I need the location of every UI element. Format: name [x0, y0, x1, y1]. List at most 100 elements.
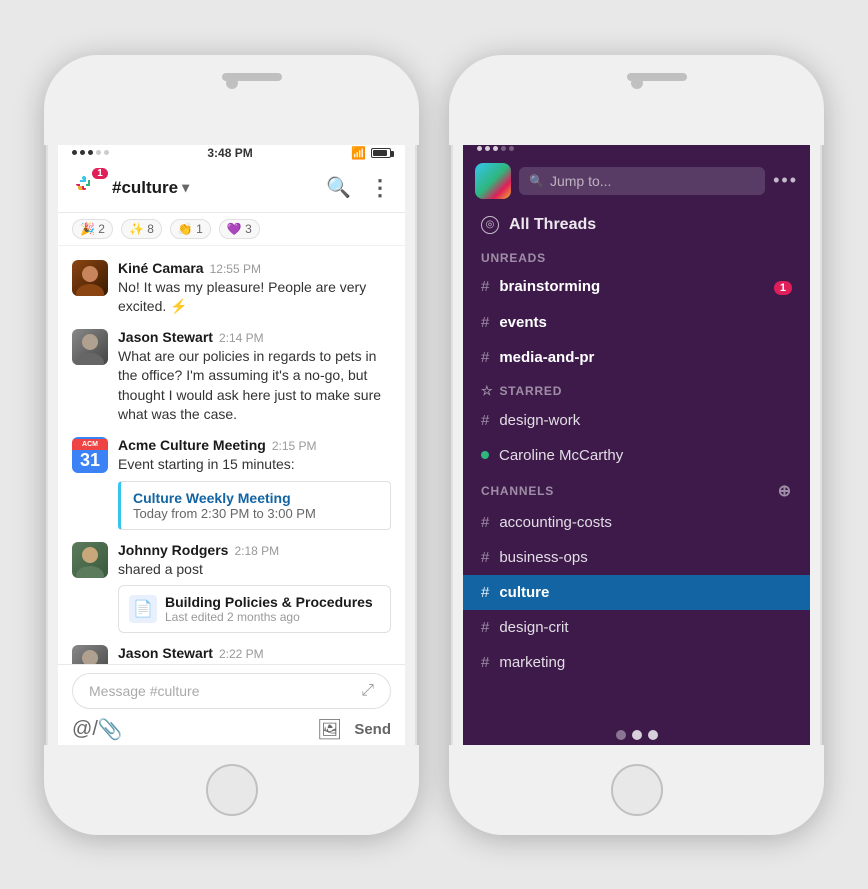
- nav-item-accounting-costs[interactable]: # accounting-costs: [463, 505, 810, 540]
- left-screen: 3:48 PM 📶: [58, 140, 405, 750]
- more-options-icon[interactable]: ⋮: [369, 175, 391, 201]
- hash-icon-business-ops: #: [481, 549, 489, 566]
- document-card[interactable]: 📄 Building Policies & Procedures Last ed…: [118, 585, 391, 633]
- messages-area: Kiné Camara 12:55 PM No! It was my pleas…: [58, 246, 405, 664]
- left-phone: 3:48 PM 📶: [44, 55, 419, 835]
- at-icon[interactable]: @: [72, 718, 92, 741]
- meeting-card[interactable]: Culture Weekly Meeting Today from 2:30 P…: [118, 481, 391, 530]
- doc-icon: 📄: [129, 595, 157, 623]
- phone-bottom-right: [449, 745, 824, 835]
- add-channel-icon[interactable]: ⊕: [778, 481, 792, 501]
- signal-dots: [72, 150, 109, 155]
- reaction-sparkle[interactable]: ✨ 8: [121, 219, 162, 239]
- message-kine: Kiné Camara 12:55 PM No! It was my pleas…: [58, 254, 405, 323]
- search-placeholder: Jump to...: [550, 173, 611, 189]
- phone-top-right: [449, 55, 824, 145]
- search-bar[interactable]: 🔍 Jump to...: [519, 167, 765, 195]
- online-status-caroline: [481, 451, 489, 459]
- status-right-left: 📶: [351, 146, 391, 160]
- hash-icon-events: #: [481, 314, 489, 331]
- message-time-kine: 12:55 PM: [210, 262, 261, 276]
- message-time-meeting: 2:15 PM: [272, 439, 317, 453]
- channel-header: 1 #culture ▾ 🔍 ⋮: [58, 164, 405, 213]
- message-jason1: Jason Stewart 2:14 PM What are our polic…: [58, 323, 405, 431]
- unreads-section-header: UNREADS: [463, 243, 810, 269]
- unreads-label: UNREADS: [481, 251, 546, 265]
- sender-name-jason1: Jason Stewart: [118, 329, 213, 345]
- reaction-party[interactable]: 🎉 2: [72, 219, 113, 239]
- status-time-left: 3:48 PM: [207, 146, 252, 160]
- slack-workspace-icon[interactable]: [475, 163, 511, 199]
- badge-wrapper-brainstorming: 1: [774, 278, 792, 296]
- sender-name-jason2: Jason Stewart: [118, 645, 213, 661]
- chevron-down-icon: ▾: [182, 179, 189, 196]
- right-screen: 🔍 Jump to... ••• ◎ All Threads UNREADS #…: [463, 140, 810, 750]
- reaction-clap[interactable]: 👏 1: [170, 219, 211, 239]
- message-content-kine: Kiné Camara 12:55 PM No! It was my pleas…: [118, 260, 391, 317]
- expand-icon[interactable]: ⤢: [361, 682, 374, 700]
- message-time-johnny: 2:18 PM: [234, 544, 279, 558]
- all-threads-label: All Threads: [509, 216, 596, 234]
- nav-item-events[interactable]: # events: [463, 305, 810, 340]
- right-phone: 🔍 Jump to... ••• ◎ All Threads UNREADS #…: [449, 55, 824, 835]
- message-header-jason1: Jason Stewart 2:14 PM: [118, 329, 391, 345]
- image-icon[interactable]: 🖼: [317, 717, 342, 742]
- channel-label-business-ops: business-ops: [499, 549, 587, 566]
- doc-title: Building Policies & Procedures: [165, 594, 373, 610]
- dm-label-caroline: Caroline McCarthy: [499, 447, 623, 464]
- message-text-meeting: Event starting in 15 minutes:: [118, 455, 391, 475]
- phone-top-left: [44, 55, 419, 145]
- doc-meta: Last edited 2 months ago: [165, 610, 373, 624]
- nav-item-marketing[interactable]: # marketing: [463, 645, 810, 680]
- right-header: 🔍 Jump to... •••: [463, 155, 810, 207]
- nav-item-design-work[interactable]: # design-work: [463, 403, 810, 438]
- slack-logo-wrapper[interactable]: 1: [72, 172, 104, 204]
- message-text-jason1: What are our policies in regards to pets…: [118, 347, 391, 425]
- meeting-time-detail: Today from 2:30 PM to 3:00 PM: [133, 506, 378, 521]
- message-content-meeting: Acme Culture Meeting 2:15 PM Event start…: [118, 437, 391, 530]
- right-signal: [477, 146, 514, 151]
- home-button-left[interactable]: [206, 764, 258, 816]
- more-dots-icon[interactable]: •••: [773, 170, 798, 191]
- reaction-purple-heart[interactable]: 💜 3: [219, 219, 260, 239]
- input-actions: @ / 📎 🖼 Send: [72, 717, 391, 742]
- message-jason2: Jason Stewart 2:22 PM Thanks Johnny!: [58, 639, 405, 663]
- message-header-johnny: Johnny Rodgers 2:18 PM: [118, 542, 391, 558]
- channels-label: CHANNELS: [481, 484, 554, 498]
- channel-name[interactable]: #culture ▾: [112, 178, 189, 198]
- channel-label-events: events: [499, 314, 547, 331]
- calendar-day: 31: [80, 450, 100, 472]
- message-input-bar[interactable]: Message #culture ⤢: [72, 673, 391, 709]
- clip-icon[interactable]: 📎: [98, 717, 123, 742]
- message-time-jason1: 2:14 PM: [219, 331, 264, 345]
- nav-item-design-crit[interactable]: # design-crit: [463, 610, 810, 645]
- sender-name-kine: Kiné Camara: [118, 260, 204, 276]
- avatar-calendar: ACM 31: [72, 437, 108, 473]
- nav-item-caroline[interactable]: Caroline McCarthy: [463, 438, 810, 473]
- nav-item-business-ops[interactable]: # business-ops: [463, 540, 810, 575]
- home-button-right[interactable]: [611, 764, 663, 816]
- nav-item-brainstorming[interactable]: # brainstorming 1: [463, 269, 810, 305]
- message-text-kine: No! It was my pleasure! People are very …: [118, 278, 391, 317]
- message-header-jason2: Jason Stewart 2:22 PM: [118, 645, 391, 661]
- pag-dot-1[interactable]: [616, 730, 626, 740]
- all-threads-item[interactable]: ◎ All Threads: [463, 207, 810, 243]
- search-icon[interactable]: 🔍: [326, 175, 351, 200]
- nav-item-media-and-pr[interactable]: # media-and-pr: [463, 340, 810, 375]
- speaker-right: [627, 73, 687, 81]
- battery-icon: [371, 148, 391, 158]
- starred-label: STARRED: [499, 384, 562, 398]
- hash-icon-culture: #: [481, 584, 489, 601]
- pag-dot-2[interactable]: [632, 730, 642, 740]
- message-input-area: Message #culture ⤢ @ / 📎 🖼 Send: [58, 664, 405, 750]
- pag-dot-3[interactable]: [648, 730, 658, 740]
- sender-name-johnny: Johnny Rodgers: [118, 542, 228, 558]
- phone-bottom-left: [44, 745, 419, 835]
- send-button[interactable]: Send: [354, 721, 391, 738]
- channel-header-right: 🔍 ⋮: [326, 175, 391, 201]
- channel-header-left: 1 #culture ▾: [72, 172, 189, 204]
- nav-item-culture[interactable]: # culture: [463, 575, 810, 610]
- message-header-kine: Kiné Camara 12:55 PM: [118, 260, 391, 276]
- hash-icon-accounting: #: [481, 514, 489, 531]
- calendar-month: ACM: [72, 439, 108, 450]
